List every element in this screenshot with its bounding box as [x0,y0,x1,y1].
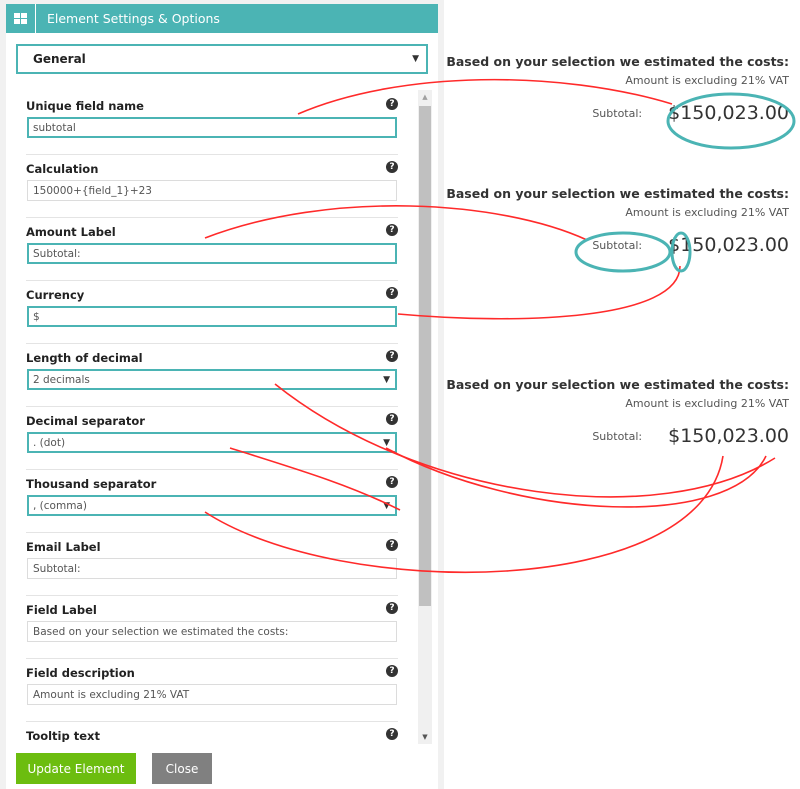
preview-amount-label: Subtotal: [592,429,643,443]
length-of-decimal-select[interactable]: 2 decimals ▼ [27,369,397,390]
section-select-value: General [33,52,86,66]
help-icon[interactable]: ? [386,224,398,236]
field-label: Field description [26,666,135,680]
unique-field-name-input[interactable]: subtotal [27,117,397,138]
scroll-down-arrow-icon[interactable]: ▼ [418,730,432,744]
help-icon[interactable]: ? [386,665,398,677]
preview-amount-row: Subtotal: $150,023.00 [444,234,789,256]
email-label-input[interactable]: Subtotal: [27,558,397,579]
field-label: Field Label [26,603,97,617]
field-label: Email Label [26,540,101,554]
input-value: 150000+{field_1}+23 [33,184,152,197]
help-icon[interactable]: ? [386,98,398,110]
calculation-input[interactable]: 150000+{field_1}+23 [27,180,397,201]
field-amount-label: Amount Label ? Subtotal: [26,218,398,281]
field-unique-name: Unique field name ? subtotal [26,92,398,155]
chevron-down-icon: ▼ [412,54,419,64]
preview-field-label: Based on your selection we estimated the… [446,54,789,69]
preview-field-description: Amount is excluding 21% VAT [625,74,789,87]
update-element-button[interactable]: Update Element [16,753,136,784]
field-label: Decimal separator [26,414,145,428]
currency-input[interactable]: $ [27,306,397,327]
field-length-of-decimal: Length of decimal ? 2 decimals ▼ [26,344,398,407]
preview-field-description: Amount is excluding 21% VAT [625,397,789,410]
field-description: Field description ? Amount is excluding … [26,659,398,722]
field-label-input[interactable]: Based on your selection we estimated the… [27,621,397,642]
select-value: , (comma) [33,499,87,512]
help-icon[interactable]: ? [386,728,398,740]
input-value: subtotal [33,121,76,134]
help-icon[interactable]: ? [386,413,398,425]
panel-title: Element Settings & Options [47,11,220,26]
field-list-scrollbar[interactable]: ▲ ▼ [418,90,432,744]
preview-amount-row: Subtotal: $150,023.00 [444,102,789,124]
preview-field-label: Based on your selection we estimated the… [446,377,789,392]
field-label: Tooltip text [26,729,100,742]
field-calculation: Calculation ? 150000+{field_1}+23 [26,155,398,218]
panel-header: Element Settings & Options [6,4,438,33]
select-value: . (dot) [33,436,66,449]
input-value: Subtotal: [33,562,81,575]
input-value: Based on your selection we estimated the… [33,625,289,638]
help-icon[interactable]: ? [386,161,398,173]
grid-icon [14,13,27,24]
field-label: Length of decimal [26,351,143,365]
help-icon[interactable]: ? [386,539,398,551]
input-value: Amount is excluding 21% VAT [33,688,190,701]
chevron-down-icon: ▼ [383,374,390,385]
select-value: 2 decimals [33,373,90,386]
preview-field-label: Based on your selection we estimated the… [446,186,789,201]
section-select[interactable]: General ▼ [16,44,428,74]
preview-amount-label: Subtotal: [592,106,643,120]
amount-label-input[interactable]: Subtotal: [27,243,397,264]
chevron-down-icon: ▼ [383,437,390,448]
preview-amount-label: Subtotal: [592,238,643,252]
grid-icon-box [6,4,36,33]
field-thousand-separator: Thousand separator ? , (comma) ▼ [26,470,398,533]
field-label: Amount Label [26,225,116,239]
help-icon[interactable]: ? [386,602,398,614]
preview-1: Based on your selection we estimated the… [444,54,789,124]
field-label: Thousand separator [26,477,157,491]
preview-amount: $150,023.00 [668,234,789,256]
field-field-label: Field Label ? Based on your selection we… [26,596,398,659]
scroll-up-arrow-icon[interactable]: ▲ [418,90,432,104]
preview-field-description: Amount is excluding 21% VAT [625,206,789,219]
close-button[interactable]: Close [152,753,212,784]
field-email-label: Email Label ? Subtotal: [26,533,398,596]
field-tooltip-text: Tooltip text ? [26,722,398,742]
help-icon[interactable]: ? [386,350,398,362]
field-label: Unique field name [26,99,144,113]
scrollbar-thumb[interactable] [419,106,431,606]
preview-amount-row: Subtotal: $150,023.00 [444,425,789,447]
preview-2: Based on your selection we estimated the… [444,186,789,256]
settings-panel-body: Element Settings & Options General ▼ Uni… [6,4,438,789]
help-icon[interactable]: ? [386,287,398,299]
field-label: Calculation [26,162,99,176]
field-currency: Currency ? $ [26,281,398,344]
preview-amount: $150,023.00 [668,425,789,447]
input-value: Subtotal: [33,247,81,260]
preview-3: Based on your selection we estimated the… [444,377,789,447]
preview-amount: $150,023.00 [668,102,789,124]
field-label: Currency [26,288,85,302]
field-description-input[interactable]: Amount is excluding 21% VAT [27,684,397,705]
chevron-down-icon: ▼ [383,500,390,511]
field-list: Unique field name ? subtotal Calculation… [26,92,398,742]
settings-panel: Element Settings & Options General ▼ Uni… [0,0,444,789]
thousand-separator-select[interactable]: , (comma) ▼ [27,495,397,516]
input-value: $ [33,310,40,323]
decimal-separator-select[interactable]: . (dot) ▼ [27,432,397,453]
help-icon[interactable]: ? [386,476,398,488]
field-decimal-separator: Decimal separator ? . (dot) ▼ [26,407,398,470]
